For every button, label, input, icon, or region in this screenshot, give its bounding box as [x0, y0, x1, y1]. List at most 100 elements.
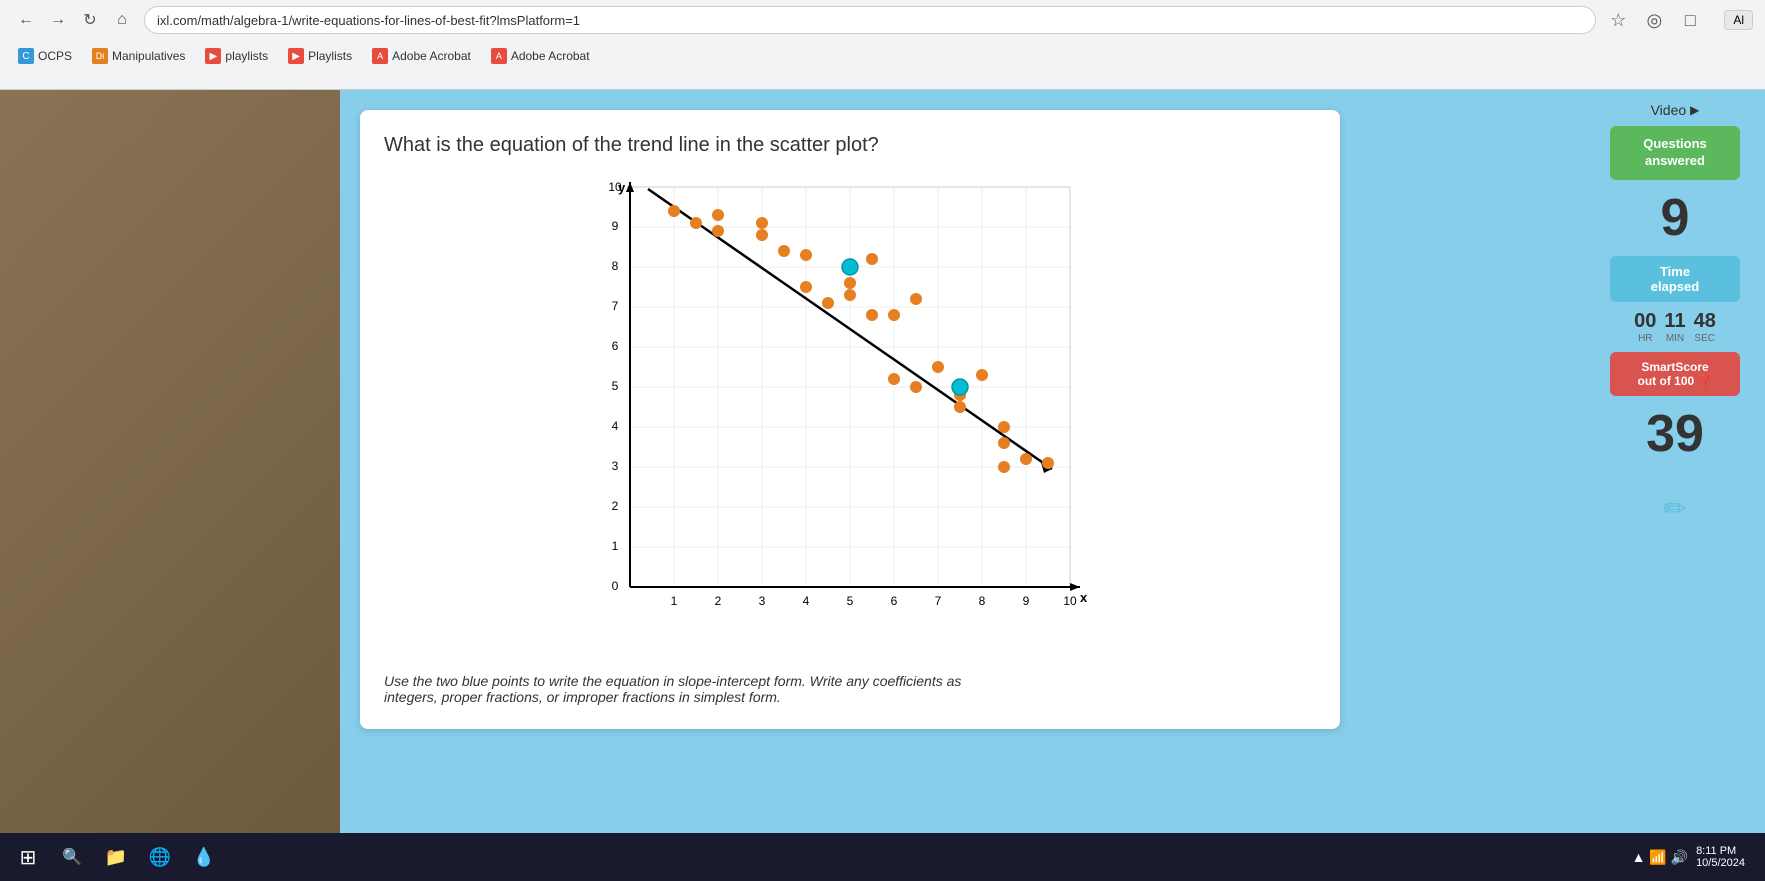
bookmark-playlists-upper-label: Playlists	[308, 49, 352, 63]
data-point	[866, 253, 878, 265]
extensions-button[interactable]: □	[1676, 6, 1704, 34]
x-axis-label: x	[1080, 590, 1088, 605]
x-label-5: 5	[847, 594, 854, 608]
video-button[interactable]: Video ▶	[1651, 102, 1700, 118]
bookmarks-bar: C OCPS Di Manipulatives ▶ playlists ▶ Pl…	[0, 40, 1765, 72]
questions-answered-button[interactable]: Questionsanswered	[1610, 126, 1740, 180]
data-point	[976, 369, 988, 381]
data-point	[800, 249, 812, 261]
pencil-icon[interactable]: ✏	[1663, 492, 1686, 525]
data-point	[822, 297, 834, 309]
windows-start-button[interactable]: ⊞	[8, 837, 48, 877]
timer-sec-label: SEC	[1694, 333, 1716, 344]
smart-score-button[interactable]: SmartScoreout of 100 ❓	[1610, 352, 1740, 396]
all-folder-button[interactable]: Al	[1724, 10, 1753, 30]
manipulatives-icon: Di	[92, 48, 108, 64]
clock-date: 10/5/2024	[1696, 857, 1745, 869]
bookmark-manipulatives-label: Manipulatives	[112, 49, 185, 63]
questions-answered-label: Questionsanswered	[1643, 136, 1707, 168]
smart-score-value: 39	[1646, 404, 1704, 464]
timer-hr-label: HR	[1634, 333, 1656, 344]
x-label-6: 6	[891, 594, 898, 608]
question-text: What is the equation of the trend line i…	[384, 134, 1316, 157]
timer-min-label: MIN	[1664, 333, 1685, 344]
taskbar: ⊞ 🔍 📁 🌐 💧 ▲ 📶 🔊 8:11 PM 10/5/2024	[0, 833, 1765, 881]
y-label-4: 4	[612, 419, 619, 433]
timer-hours: 00	[1634, 310, 1656, 333]
right-sidebar: Video ▶ Questionsanswered 9 Timeelapsed …	[1585, 90, 1765, 881]
media-icon: 💧	[193, 847, 215, 868]
bookmark-ocps[interactable]: C OCPS	[12, 46, 78, 66]
bookmark-ocps-label: OCPS	[38, 49, 72, 63]
y-label-9: 9	[612, 219, 619, 233]
ocps-icon: C	[18, 48, 34, 64]
url-text: ixl.com/math/algebra-1/write-equations-f…	[157, 13, 580, 28]
bookmark-adobe-1[interactable]: A Adobe Acrobat	[366, 46, 477, 66]
adobe1-icon: A	[372, 48, 388, 64]
main-content: What is the equation of the trend line i…	[0, 90, 1765, 881]
timer-hours-block: 00 HR	[1634, 310, 1656, 344]
data-point	[844, 277, 856, 289]
refresh-button[interactable]: ↻	[76, 6, 104, 34]
data-point	[756, 217, 768, 229]
data-point	[888, 309, 900, 321]
star-button[interactable]: ☆	[1604, 6, 1632, 34]
y-label-5: 5	[612, 379, 619, 393]
profile-button[interactable]: ◎	[1640, 6, 1668, 34]
x-label-2: 2	[715, 594, 722, 608]
time-elapsed-button[interactable]: Timeelapsed	[1610, 256, 1740, 302]
system-tray: ▲ 📶 🔊 8:11 PM 10/5/2024	[1632, 845, 1757, 869]
bookmark-manipulatives[interactable]: Di Manipulatives	[86, 46, 191, 66]
blue-point-1	[842, 259, 858, 275]
bookmark-adobe2-label: Adobe Acrobat	[511, 49, 590, 63]
left-decoration	[0, 90, 340, 881]
data-point	[866, 309, 878, 321]
url-bar[interactable]: ixl.com/math/algebra-1/write-equations-f…	[144, 6, 1596, 34]
x-label-7: 7	[935, 594, 942, 608]
instruction-content: Use the two blue points to write the equ…	[384, 673, 961, 705]
data-point	[954, 401, 966, 413]
browser-chrome: ← → ↻ ⌂ ixl.com/math/algebra-1/write-equ…	[0, 0, 1765, 90]
bookmark-adobe1-label: Adobe Acrobat	[392, 49, 471, 63]
timer-display: 00 HR 11 MIN 48 SEC	[1634, 310, 1716, 344]
back-button[interactable]: ←	[12, 6, 40, 34]
y-label-6: 6	[612, 339, 619, 353]
nav-buttons: ← → ↻ ⌂	[12, 6, 136, 34]
data-point	[1042, 457, 1054, 469]
video-label: Video	[1651, 102, 1687, 118]
bookmark-playlists-lower[interactable]: ▶ playlists	[199, 46, 274, 66]
data-point	[800, 281, 812, 293]
data-point	[910, 293, 922, 305]
browser-actions: ☆ ◎ □	[1604, 6, 1716, 34]
home-button[interactable]: ⌂	[108, 6, 136, 34]
data-point	[998, 461, 1010, 473]
graph-container: y x 0 1 2 3 4 5 6 7 8 9 10	[580, 177, 1120, 657]
ixl-panel: What is the equation of the trend line i…	[340, 90, 1585, 881]
y-label-8: 8	[612, 259, 619, 273]
data-point	[932, 361, 944, 373]
y-label-7: 7	[612, 299, 619, 313]
search-taskbar-icon: 🔍	[62, 847, 82, 867]
bookmark-playlists-lower-label: playlists	[225, 49, 268, 63]
y-label-1: 1	[612, 539, 619, 553]
search-taskbar-button[interactable]: 🔍	[52, 837, 92, 877]
forward-button[interactable]: →	[44, 6, 72, 34]
browser-taskbar-button[interactable]: 🌐	[140, 837, 180, 877]
blue-point-2	[952, 379, 968, 395]
file-explorer-button[interactable]: 📁	[96, 837, 136, 877]
x-label-8: 8	[979, 594, 986, 608]
bookmark-adobe-2[interactable]: A Adobe Acrobat	[485, 46, 596, 66]
data-point	[668, 205, 680, 217]
all-folder-label: Al	[1733, 13, 1744, 27]
timer-seconds: 48	[1694, 310, 1716, 333]
instruction-text: Use the two blue points to write the equ…	[384, 673, 984, 705]
adobe2-icon: A	[491, 48, 507, 64]
x-label-9: 9	[1023, 594, 1030, 608]
bookmark-playlists-upper[interactable]: ▶ Playlists	[282, 46, 358, 66]
scatter-plot-svg: y x 0 1 2 3 4 5 6 7 8 9 10	[580, 177, 1100, 637]
sys-tray-icons: ▲ 📶 🔊	[1632, 849, 1689, 866]
media-button[interactable]: 💧	[184, 837, 224, 877]
data-point	[778, 245, 790, 257]
data-point	[712, 209, 724, 221]
ixl-card: What is the equation of the trend line i…	[360, 110, 1340, 729]
